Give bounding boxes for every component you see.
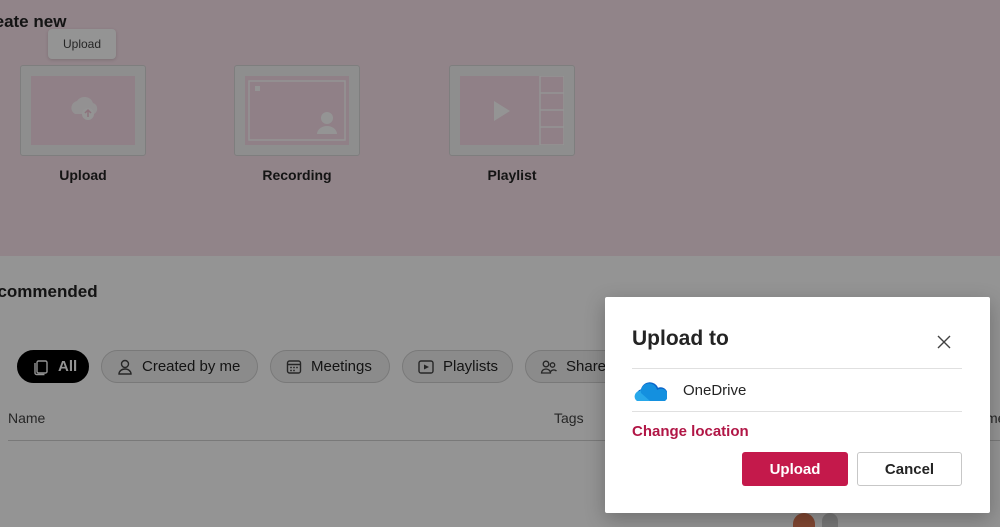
close-icon bbox=[937, 335, 951, 349]
dialog-title: Upload to bbox=[632, 327, 729, 350]
cancel-button[interactable]: Cancel bbox=[857, 452, 962, 486]
upload-button[interactable]: Upload bbox=[742, 452, 848, 486]
onedrive-cloud-icon bbox=[634, 382, 668, 401]
dialog-divider-bottom bbox=[632, 411, 962, 412]
dialog-divider-top bbox=[632, 368, 962, 369]
onedrive-location bbox=[633, 381, 668, 408]
close-button[interactable] bbox=[932, 330, 956, 354]
change-location-link[interactable]: Change location bbox=[632, 423, 749, 440]
location-label: OneDrive bbox=[683, 382, 747, 399]
upload-to-dialog: Upload to OneDrive Change location Uploa… bbox=[605, 297, 990, 513]
